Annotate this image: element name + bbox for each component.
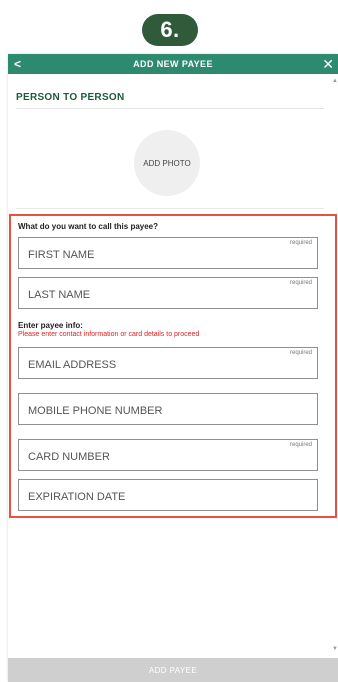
last-name-field[interactable]: LAST NAME required bbox=[18, 277, 318, 309]
email-required: required bbox=[289, 350, 312, 356]
scroll-up-arrow-icon[interactable]: ▲ bbox=[332, 78, 338, 84]
modal-header: < ADD NEW PAYEE ✕ bbox=[8, 54, 338, 74]
photo-divider bbox=[16, 208, 324, 209]
scroll-down-arrow-icon[interactable]: ▼ bbox=[332, 646, 338, 652]
add-photo-label: ADD PHOTO bbox=[143, 158, 191, 168]
section-divider bbox=[16, 108, 324, 109]
add-payee-label: ADD PAYEE bbox=[148, 665, 198, 675]
payee-name-prompt: What do you want to call this payee? bbox=[18, 222, 159, 231]
mobile-phone-field[interactable]: MOBILE PHONE NUMBER bbox=[18, 393, 318, 425]
email-field[interactable]: EMAIL ADDRESS required bbox=[18, 347, 318, 379]
modal-title: ADD NEW PAYEE bbox=[133, 59, 213, 69]
card-number-required: required bbox=[289, 442, 312, 448]
card-number-field[interactable]: CARD NUMBER required bbox=[18, 439, 318, 471]
payee-info-label: Enter payee info: bbox=[18, 321, 83, 330]
last-name-required: required bbox=[289, 280, 312, 286]
screenshot-root: 6. < ADD NEW PAYEE ✕ ▲ ▼ PERSON TO PERSO… bbox=[0, 0, 338, 682]
payee-info-warning: Please enter contact information or card… bbox=[18, 331, 200, 338]
first-name-field[interactable]: FIRST NAME required bbox=[18, 237, 318, 269]
expiration-date-field[interactable]: EXPIRATION DATE bbox=[18, 479, 318, 511]
add-photo-button[interactable]: ADD PHOTO bbox=[134, 130, 200, 196]
first-name-required: required bbox=[289, 240, 312, 246]
mobile-phone-placeholder: MOBILE PHONE NUMBER bbox=[28, 405, 163, 417]
add-payee-button[interactable]: ADD PAYEE bbox=[8, 658, 338, 682]
add-payee-modal: < ADD NEW PAYEE ✕ ▲ ▼ PERSON TO PERSON A… bbox=[8, 54, 338, 682]
step-badge: 6. bbox=[142, 14, 198, 46]
close-icon[interactable]: ✕ bbox=[322, 54, 334, 74]
last-name-placeholder: LAST NAME bbox=[28, 289, 91, 301]
section-title: PERSON TO PERSON bbox=[16, 92, 125, 103]
expiration-date-placeholder: EXPIRATION DATE bbox=[28, 491, 126, 503]
first-name-placeholder: FIRST NAME bbox=[28, 249, 95, 261]
card-number-placeholder: CARD NUMBER bbox=[28, 451, 110, 463]
back-chevron-icon[interactable]: < bbox=[14, 54, 21, 74]
email-placeholder: EMAIL ADDRESS bbox=[28, 359, 117, 371]
